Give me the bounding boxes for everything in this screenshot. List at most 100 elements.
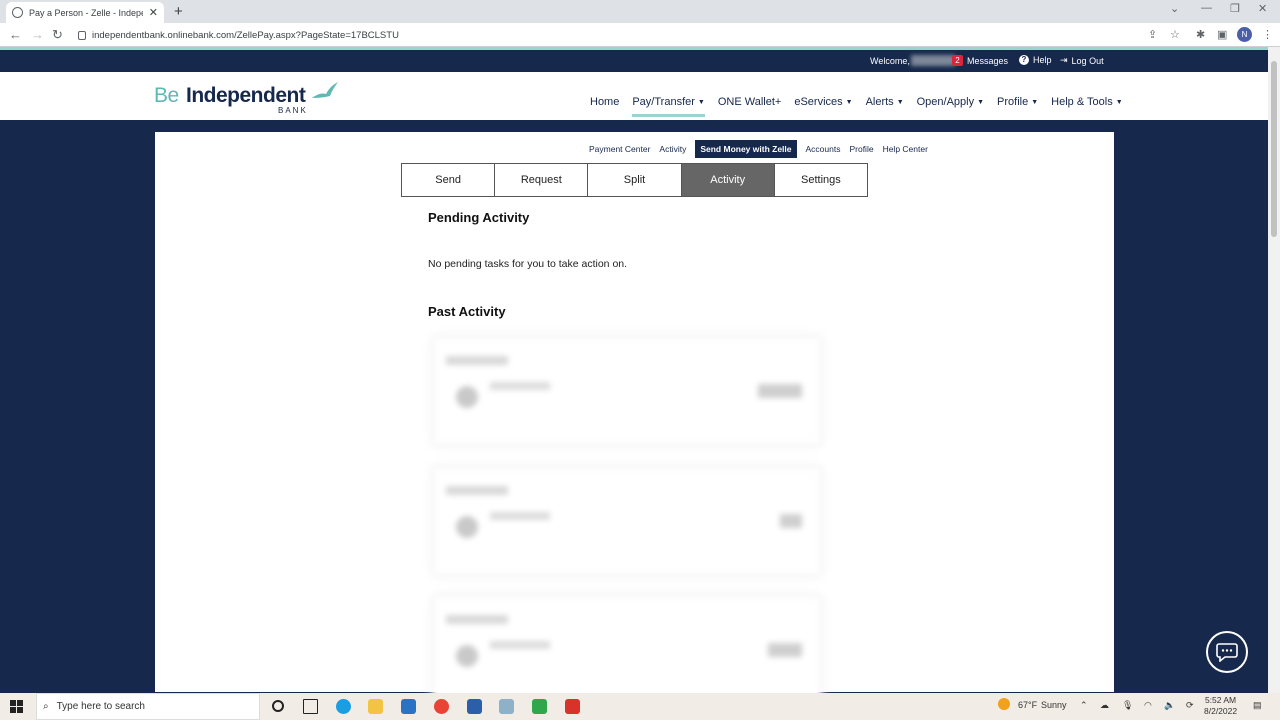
activity-card[interactable] — [433, 337, 821, 445]
chat-button[interactable] — [1206, 631, 1248, 673]
mail-icon[interactable] — [401, 699, 416, 714]
help-label: Help — [1033, 55, 1052, 65]
tab-title: Pay a Person - Zelle - Independe — [29, 7, 143, 18]
app-icon[interactable] — [499, 699, 514, 714]
app-icon[interactable] — [532, 699, 547, 714]
subnav-activity[interactable]: Activity — [659, 144, 686, 154]
scrollbar-thumb[interactable] — [1271, 61, 1277, 237]
browser-menu-icon[interactable]: ⋮ — [1262, 28, 1273, 41]
browser-tab[interactable]: Pay a Person - Zelle - Independe ✕ — [6, 2, 164, 23]
restore-icon[interactable]: ❐ — [1230, 2, 1240, 15]
nav-help-tools[interactable]: Help & Tools ▼ — [1051, 96, 1123, 108]
page-scrollbar[interactable] — [1268, 47, 1280, 693]
nav-open-apply[interactable]: Open/Apply ▼ — [917, 96, 984, 108]
nav-label: eServices — [794, 96, 843, 108]
app-icon[interactable] — [467, 699, 482, 714]
share-icon[interactable]: ⇪ — [1148, 28, 1157, 41]
onedrive-icon[interactable]: ☁ — [1100, 700, 1109, 711]
chevron-down-icon: ▼ — [977, 98, 985, 106]
wifi-icon[interactable]: ◠ — [1144, 700, 1152, 711]
activity-card[interactable] — [433, 467, 821, 575]
windows-start-icon[interactable] — [10, 700, 23, 713]
chevron-down-icon: ▼ — [1031, 98, 1039, 106]
chevron-down-icon: ▼ — [896, 98, 904, 106]
redacted-line — [490, 512, 550, 520]
notifications-icon[interactable]: ▤ — [1253, 700, 1262, 711]
clock-time: 5:52 AM — [1204, 695, 1237, 705]
subnav-accounts[interactable]: Accounts — [806, 144, 841, 154]
weather-temperature[interactable]: 67°F — [1018, 700, 1037, 710]
extensions-icon[interactable]: ✱ — [1196, 28, 1205, 41]
redacted-amount — [758, 384, 802, 398]
chrome-icon[interactable] — [434, 699, 449, 714]
back-icon[interactable]: ← — [9, 27, 22, 42]
activity-card[interactable] — [433, 596, 821, 704]
bank-logo[interactable]: Be Independent BANK — [154, 80, 344, 116]
edge-icon[interactable] — [336, 699, 351, 714]
help-link[interactable]: ? Help — [1019, 55, 1052, 65]
nav-profile[interactable]: Profile ▼ — [997, 96, 1038, 108]
microphone-icon[interactable]: 🎙 — [1122, 700, 1133, 711]
redacted-amount — [768, 643, 802, 657]
lock-icon — [78, 30, 86, 40]
search-placeholder: Type here to search — [56, 701, 145, 712]
volume-icon[interactable]: 🔈 — [1164, 700, 1175, 711]
new-tab-icon[interactable]: + — [174, 3, 183, 20]
tab-activity[interactable]: Activity — [681, 164, 775, 196]
minimize-icon[interactable]: — — [1201, 2, 1212, 14]
chevron-down-icon: ▼ — [697, 98, 705, 106]
side-panel-icon[interactable]: ▣ — [1217, 28, 1227, 41]
reload-icon[interactable]: ↻ — [52, 27, 63, 43]
logout-icon: ⇥ — [1060, 55, 1068, 65]
profile-avatar[interactable]: N — [1237, 27, 1252, 42]
redacted-avatar — [456, 516, 478, 538]
close-tab-icon[interactable]: ✕ — [149, 6, 158, 19]
logout-link[interactable]: ⇥ Log Out — [1060, 55, 1104, 66]
close-window-icon[interactable]: ✕ — [1258, 2, 1267, 15]
url-field[interactable]: independentbank.onlinebank.com/ZellePay.… — [78, 26, 1138, 44]
sync-icon[interactable]: ⟳ — [1186, 700, 1194, 711]
utility-bar: Welcome, 2 Messages ? Help ⇥ Log Out — [0, 50, 1268, 72]
subnav-payment-center[interactable]: Payment Center — [589, 144, 650, 154]
nav-label: Home — [590, 96, 620, 108]
bookmark-star-icon[interactable]: ☆ — [1170, 28, 1180, 41]
forward-icon[interactable]: → — [31, 27, 44, 42]
subnav-zelle[interactable]: Send Money with Zelle — [695, 140, 797, 158]
tab-split[interactable]: Split — [588, 164, 682, 196]
task-view-icon[interactable] — [303, 699, 318, 714]
app-icon[interactable] — [565, 699, 580, 714]
tab-request[interactable]: Request — [495, 164, 589, 196]
taskbar-clock[interactable]: 5:52 AM 8/2/2022 — [1204, 695, 1237, 717]
redacted-line — [490, 382, 550, 390]
nav-label: Alerts — [865, 96, 894, 108]
content-panel: Payment Center Activity Send Money with … — [155, 132, 1114, 704]
messages-link[interactable]: Messages — [967, 56, 1008, 66]
nav-one-wallet[interactable]: ONE Wallet+ — [718, 96, 781, 108]
nav-alerts[interactable]: Alerts ▼ — [866, 96, 904, 108]
nav-pay-transfer[interactable]: Pay/Transfer ▼ — [632, 96, 705, 117]
url-text: independentbank.onlinebank.com/ZellePay.… — [92, 29, 399, 41]
messages-count-badge: 2 — [952, 55, 963, 66]
redacted-avatar — [456, 645, 478, 667]
subnav-profile[interactable]: Profile — [849, 144, 873, 154]
tray-expand-icon[interactable]: ⌃ — [1080, 700, 1088, 711]
weather-condition[interactable]: Sunny — [1041, 700, 1067, 710]
nav-eservices[interactable]: eServices ▼ — [794, 96, 852, 108]
nav-label: Open/Apply — [916, 96, 975, 108]
logo-bank: BANK — [278, 106, 308, 115]
tab-send[interactable]: Send — [402, 164, 496, 196]
subnav-help-center[interactable]: Help Center — [883, 144, 928, 154]
past-activity-heading: Past Activity — [428, 304, 506, 319]
clock-date: 8/2/2022 — [1204, 706, 1238, 716]
taskbar-search[interactable]: ⌕ Type here to search — [36, 693, 260, 720]
globe-icon — [12, 7, 23, 18]
nav-label: Profile — [997, 96, 1029, 108]
weather-sun-icon — [998, 698, 1010, 710]
cortana-icon[interactable] — [272, 700, 284, 712]
file-explorer-icon[interactable] — [368, 699, 383, 714]
tab-settings[interactable]: Settings — [775, 164, 867, 196]
nav-home[interactable]: Home — [590, 96, 619, 108]
redacted-line — [446, 356, 508, 365]
tab-search-icon[interactable]: ⌄ — [1170, 2, 1179, 15]
zelle-tabs: Send Request Split Activity Settings — [401, 163, 868, 197]
